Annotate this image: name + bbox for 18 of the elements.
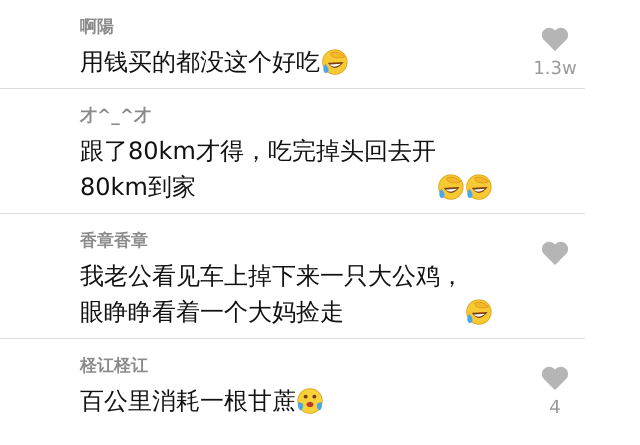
user-name: 才^_^才 [80,105,152,127]
heart-icon[interactable] [540,365,570,391]
like-count: 4 [549,397,561,419]
laughing-emoji-icon [320,48,348,76]
comment-text: 跟了80km才得，吃完掉头回去开 80km到家 [80,136,436,203]
user-name: 香章香章 [80,230,149,252]
comment-text: 百公里消耗一根甘蔗 [80,386,296,417]
heart-icon[interactable] [540,240,570,266]
heart-icon[interactable] [540,26,570,52]
user-name: 柽讧柽讧 [80,355,149,377]
laughing-emoji-icon [464,173,492,201]
user-name: 啊陽 [80,16,115,38]
comment-text: 用钱买的都没这个好吃 [80,47,320,78]
laughing-emoji-icon [436,173,464,201]
comment-text: 我老公看见车上掉下来一只大公鸡， 眼睁睁看着一个大妈捡走 [80,261,464,328]
crying-laughing-emoji-icon [296,387,324,415]
laughing-emoji-icon [464,298,492,326]
like-count: 1.3w [533,58,577,80]
